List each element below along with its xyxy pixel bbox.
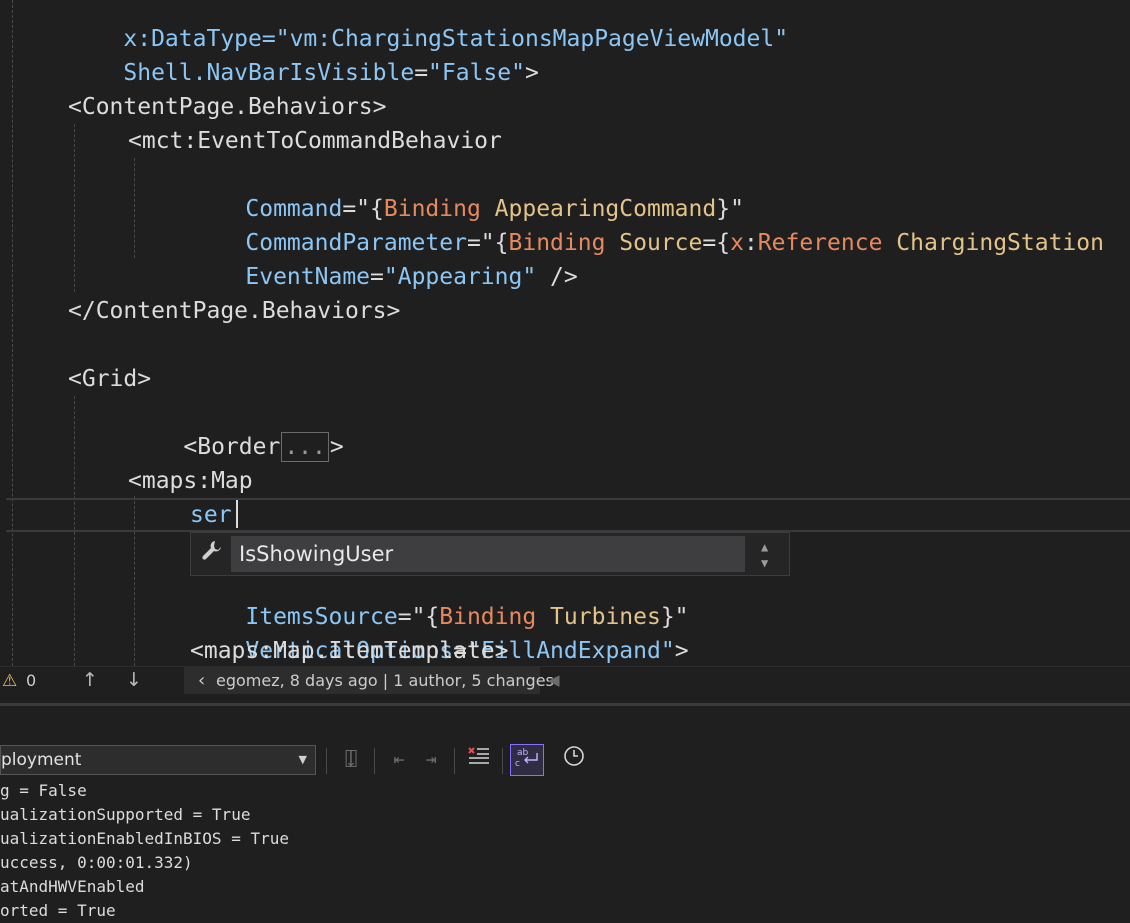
toolbar-separator <box>454 748 455 774</box>
chevron-down-icon: ▼ <box>298 753 307 766</box>
code-line: <ContentPage.Behaviors> <box>68 94 387 120</box>
code-line: VerticalOptions="FillAndExpand"> <box>190 600 688 664</box>
find-message-icon[interactable]: ⍗ <box>336 745 366 775</box>
collapsed-region-button[interactable]: ... <box>281 432 329 462</box>
scroll-up-icon[interactable]: ▲ <box>761 541 781 553</box>
code-line: Shell.NavBarIsVisible="False"> <box>68 22 538 86</box>
indent-guide <box>12 0 13 666</box>
code-line: <maps:Map.ItemTemplate> <box>190 638 509 664</box>
attribute-value: "False" <box>428 60 525 86</box>
output-line: g = False <box>0 781 87 800</box>
output-line: ualizationEnabledInBIOS = True <box>0 829 289 848</box>
namespace-prefix: x <box>730 230 744 256</box>
chevron-left-icon[interactable]: ‹ <box>198 667 205 694</box>
svg-text:ab: ab <box>517 748 529 758</box>
toolbar-separator <box>326 748 327 774</box>
output-line: uccess, 0:00:01.332) <box>0 853 193 872</box>
code-line: EventName="Appearing" /> <box>190 226 577 290</box>
code-editor[interactable]: x:DataType="vm:ChargingStationsMapPageVi… <box>0 0 1130 666</box>
code-line: x:DataType="vm:ChargingStationsMapPageVi… <box>68 0 788 52</box>
indent-guide <box>74 124 75 292</box>
code-line: <mct:EventToCommandBehavior <box>128 128 502 154</box>
punctuation: ={ <box>702 230 731 256</box>
tag-close: > <box>674 638 689 664</box>
scroll-down-icon[interactable]: ▼ <box>761 555 781 571</box>
output-line: ualizationSupported = True <box>0 805 251 824</box>
current-line-highlight <box>6 498 1130 532</box>
previous-issue-arrow-icon[interactable]: ↑ <box>82 669 98 691</box>
toggle-word-wrap-icon[interactable]: ab c <box>510 744 544 776</box>
reference-name: ChargingStation <box>882 230 1104 256</box>
git-blame-codelens[interactable]: ‹ egomez, 8 days ago | 1 author, 5 chang… <box>184 667 554 694</box>
output-panel: ployment ▼ ⍗ ⇤ ⇥ ab c g = False ualizati… <box>0 706 1130 920</box>
svg-text:c: c <box>515 759 520 769</box>
code-line: Command="{Binding AppearingCommand}" <box>190 158 744 222</box>
next-issue-arrow-icon[interactable]: ↓ <box>126 669 142 691</box>
equals-sign: = <box>370 264 384 290</box>
code-line: <Grid> <box>68 366 152 392</box>
completion-scroll-arrows[interactable]: ▲ ▼ <box>761 541 781 571</box>
text-caret <box>236 500 238 528</box>
tag-close: > <box>524 60 539 86</box>
output-line: orted = True <box>0 901 116 920</box>
clock-icon[interactable] <box>559 745 589 775</box>
go-next-message-icon[interactable]: ⇥ <box>416 745 446 775</box>
wrench-icon <box>197 539 225 567</box>
attribute-name: Shell.NavBarIsVisible <box>123 60 415 86</box>
output-line: atAndHWVEnabled <box>0 877 145 896</box>
tag-name: <Border <box>183 434 281 460</box>
output-source-dropdown[interactable]: ployment ▼ <box>0 745 316 775</box>
toolbar-separator <box>502 748 503 774</box>
editor-status-strip: ⚠ 0 ↑ ↓ ‹ egomez, 8 days ago | 1 author,… <box>0 666 1130 695</box>
indent-guide <box>134 158 135 258</box>
clear-all-icon[interactable] <box>464 745 494 775</box>
markup-keyword: Reference <box>757 230 883 256</box>
completion-item[interactable]: IsShowingUser <box>231 536 745 572</box>
completion-list[interactable]: IsShowingUser ▲ ▼ <box>190 532 790 576</box>
punctuation: : <box>743 230 758 256</box>
code-line: <maps:Map <box>128 468 253 494</box>
tag-close: /> <box>536 264 578 290</box>
code-line: </ContentPage.Behaviors> <box>68 298 401 324</box>
attribute-name: EventName <box>245 264 371 290</box>
code-line: CommandParameter="{Binding Source={x:Ref… <box>190 192 1104 256</box>
attribute-value: "Appearing" <box>383 264 537 290</box>
code-line-current[interactable]: ser <box>190 498 232 532</box>
warning-count[interactable]: 0 <box>26 671 36 690</box>
code-line: <Border... > <box>128 396 344 462</box>
equals-sign: = <box>414 60 429 86</box>
warning-icon[interactable]: ⚠ <box>2 671 17 691</box>
toolbar-separator <box>374 748 375 774</box>
output-source-value: ployment <box>1 750 82 770</box>
git-blame-text[interactable]: egomez, 8 days ago | 1 author, 5 changes <box>216 671 554 690</box>
tag-close: > <box>329 434 344 460</box>
binding-property: Source <box>605 230 703 256</box>
triangle-left-icon[interactable]: ◀ <box>548 671 560 689</box>
go-previous-message-icon[interactable]: ⇤ <box>384 745 414 775</box>
